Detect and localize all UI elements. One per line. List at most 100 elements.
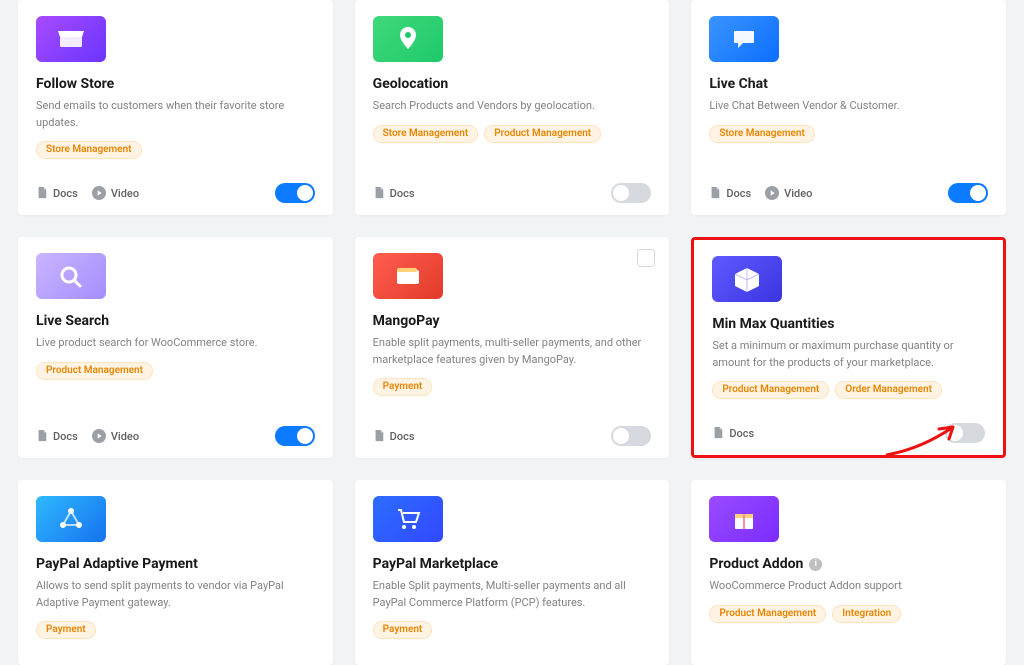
module-title: PayPal Marketplace <box>373 556 652 572</box>
tag-list: Store Management <box>709 125 988 143</box>
card-footer: Docs Video <box>36 173 315 203</box>
module-card-live-chat: Live Chat Live Chat Between Vendor & Cust… <box>691 0 1006 215</box>
doc-icon <box>36 429 48 443</box>
tag: Product Management <box>36 362 153 380</box>
map-pin-icon <box>373 16 443 62</box>
tag: Store Management <box>709 125 815 143</box>
enable-toggle[interactable] <box>945 423 985 443</box>
tag: Order Management <box>835 381 942 399</box>
link-row: Docs <box>373 186 415 200</box>
module-title: Follow Store <box>36 76 315 92</box>
tag: Payment <box>373 621 433 639</box>
docs-link[interactable]: Docs <box>373 429 415 443</box>
cart-icon <box>373 496 443 542</box>
play-icon <box>92 429 106 443</box>
doc-icon <box>712 426 724 440</box>
tag-list: Product Management Integration <box>709 605 988 623</box>
module-description: WooCommerce Product Addon support <box>709 578 988 595</box>
video-link[interactable]: Video <box>92 429 139 443</box>
doc-icon <box>373 186 385 200</box>
docs-label: Docs <box>390 430 415 443</box>
link-row: Docs Video <box>36 186 139 200</box>
tag: Payment <box>373 378 433 396</box>
chat-icon <box>709 16 779 62</box>
docs-link[interactable]: Docs <box>36 186 78 200</box>
tag: Product Management <box>484 125 601 143</box>
doc-icon <box>709 186 721 200</box>
module-title: Min Max Quantities <box>712 316 985 332</box>
tag: Product Management <box>712 381 829 399</box>
store-icon <box>36 16 106 62</box>
tag-list: Payment <box>373 378 652 396</box>
tag-list: Payment <box>36 621 315 639</box>
module-description: Set a minimum or maximum purchase quanti… <box>712 338 985 371</box>
doc-icon <box>373 429 385 443</box>
docs-label: Docs <box>729 427 754 440</box>
module-title: Live Chat <box>709 76 988 92</box>
tag-list: Payment <box>373 621 652 639</box>
module-description: Live Chat Between Vendor & Customer. <box>709 98 988 115</box>
tag-list: Product Management <box>36 362 315 380</box>
tag: Store Management <box>373 125 479 143</box>
module-description: Search Products and Vendors by geolocati… <box>373 98 652 115</box>
enable-toggle[interactable] <box>275 183 315 203</box>
wallet-icon <box>373 253 443 299</box>
video-link[interactable]: Video <box>765 186 812 200</box>
module-card-min-max: Min Max Quantities Set a minimum or maxim… <box>691 237 1006 458</box>
link-row: Docs Video <box>709 186 812 200</box>
docs-link[interactable]: Docs <box>709 186 751 200</box>
module-description: Live product search for WooCommerce stor… <box>36 335 315 352</box>
docs-label: Docs <box>390 187 415 200</box>
tag: Integration <box>832 605 901 623</box>
docs-link[interactable]: Docs <box>712 426 754 440</box>
card-footer: Docs Video <box>709 173 988 203</box>
video-link[interactable]: Video <box>92 186 139 200</box>
enable-toggle[interactable] <box>611 183 651 203</box>
card-footer: Docs Video <box>36 416 315 446</box>
tag: Store Management <box>36 141 142 159</box>
module-card-paypal-adaptive: PayPal Adaptive Payment Allows to send sp… <box>18 480 333 665</box>
module-title: PayPal Adaptive Payment <box>36 556 315 572</box>
play-icon <box>92 186 106 200</box>
enable-toggle[interactable] <box>275 426 315 446</box>
module-card-mangopay: MangoPay Enable split payments, multi-sel… <box>355 237 670 458</box>
card-footer: Docs <box>373 416 652 446</box>
tag: Product Management <box>709 605 826 623</box>
card-footer: Docs <box>712 413 985 443</box>
card-footer: Docs <box>373 173 652 203</box>
module-title: Geolocation <box>373 76 652 92</box>
module-card-follow-store: Follow Store Send emails to customers whe… <box>18 0 333 215</box>
enable-toggle[interactable] <box>611 426 651 446</box>
video-label: Video <box>784 187 812 200</box>
link-row: Docs Video <box>36 429 139 443</box>
module-description: Enable split payments, multi-seller paym… <box>373 335 652 368</box>
tag-list: Store Management Product Management <box>373 125 652 143</box>
module-title: MangoPay <box>373 313 652 329</box>
module-card-paypal-marketplace: PayPal Marketplace Enable Split payments,… <box>355 480 670 665</box>
nodes-icon <box>36 496 106 542</box>
module-description: Allows to send split payments to vendor … <box>36 578 315 611</box>
module-description: Send emails to customers when their favo… <box>36 98 315 131</box>
module-card-product-addon: Product AddoniWooCommerce Product Addon … <box>691 480 1006 665</box>
docs-link[interactable]: Docs <box>36 429 78 443</box>
video-label: Video <box>111 430 139 443</box>
module-card-live-search: Live Search Live product search for WooCo… <box>18 237 333 458</box>
select-checkbox[interactable] <box>637 249 655 267</box>
tag-list: Store Management <box>36 141 315 159</box>
link-row: Docs <box>373 429 415 443</box>
module-title: Live Search <box>36 313 315 329</box>
docs-link[interactable]: Docs <box>373 186 415 200</box>
module-card-geolocation: Geolocation Search Products and Vendors b… <box>355 0 670 215</box>
module-description: Enable Split payments, Multi-seller paym… <box>373 578 652 611</box>
tag: Payment <box>36 621 96 639</box>
enable-toggle[interactable] <box>948 183 988 203</box>
gift-icon <box>709 496 779 542</box>
tag-list: Product Management Order Management <box>712 381 985 399</box>
docs-label: Docs <box>53 187 78 200</box>
play-icon <box>765 186 779 200</box>
info-icon[interactable]: i <box>809 558 822 571</box>
box-icon <box>712 256 782 302</box>
docs-label: Docs <box>726 187 751 200</box>
docs-label: Docs <box>53 430 78 443</box>
search-icon <box>36 253 106 299</box>
